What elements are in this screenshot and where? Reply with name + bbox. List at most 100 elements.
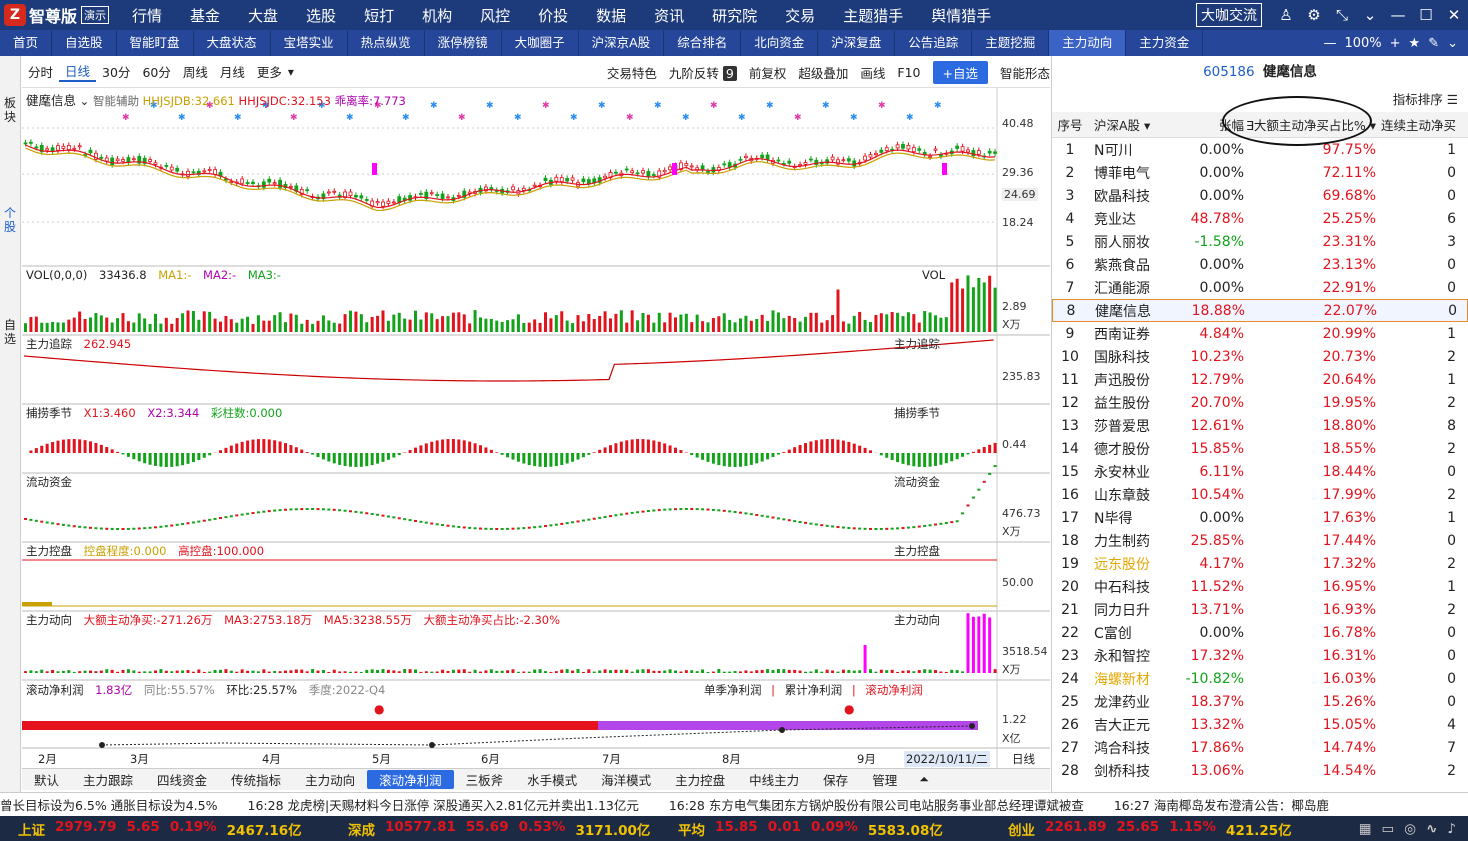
stock-row[interactable]: 16 山东章鼓 10.54% 17.99% 2 [1052, 483, 1468, 506]
target-icon[interactable]: ◎ [1404, 821, 1416, 837]
news-item[interactable]: 16:27 海南椰岛发布澄清公告：椰岛鹿 [1114, 795, 1329, 814]
stock-row[interactable]: 7 汇通能源 0.00% 22.91% 0 [1052, 276, 1468, 299]
indicator-tab[interactable]: 水手模式 [515, 770, 589, 789]
stock-row[interactable]: 13 莎普爱思 12.61% 18.80% 8 [1052, 414, 1468, 437]
left-tab-watchlist[interactable]: 自选 [0, 318, 20, 346]
tab-item[interactable]: 涨停榜镜 [425, 30, 502, 56]
minimize-icon[interactable]: — [1384, 6, 1412, 24]
sort-button[interactable]: 指标排序 [1393, 92, 1443, 107]
tab-item[interactable]: 大咖圈子 [502, 30, 579, 56]
stock-row[interactable]: 8 健麾信息 18.88% 22.07% 0 [1052, 299, 1468, 322]
stock-row[interactable]: 23 永和智控 17.32% 16.31% 0 [1052, 644, 1468, 667]
collapse-icon[interactable]: ⏶ [919, 772, 929, 787]
chevron-down-icon[interactable]: ⌄ [1447, 36, 1458, 51]
menu-item[interactable]: 行情 [118, 5, 176, 26]
tab-item[interactable]: 大盘状态 [194, 30, 271, 56]
edit-icon[interactable]: ✎ [1428, 36, 1439, 51]
news-item[interactable]: 16:28 东方电气集团东方锅炉股份有限公司电站服务事业部总经理谭斌被查 [669, 795, 1084, 814]
menu-item[interactable]: 舆情猎手 [917, 5, 1005, 26]
indicator-tab[interactable]: 主力控盘 [663, 770, 737, 789]
indicator-tab[interactable]: 中线主力 [737, 770, 811, 789]
indicator-tab[interactable]: 默认 [22, 770, 71, 789]
left-tab-stock[interactable]: 个股 [0, 206, 20, 234]
indicator-tab[interactable]: 主力跟踪 [71, 770, 145, 789]
chart-icon[interactable]: ∿ [1426, 821, 1437, 837]
stock-row[interactable]: 17 N毕得 0.00% 17.63% 1 [1052, 506, 1468, 529]
stock-row[interactable]: 3 欧晶科技 0.00% 69.68% 0 [1052, 184, 1468, 207]
stock-row[interactable]: 14 德才股份 15.85% 18.55% 2 [1052, 437, 1468, 460]
stock-row[interactable]: 5 丽人丽妆 -1.58% 23.31% 3 [1052, 230, 1468, 253]
indicator-tab[interactable]: 管理 [860, 770, 909, 789]
stock-row[interactable]: 18 力生制药 25.85% 17.44% 0 [1052, 529, 1468, 552]
indicator-tab[interactable]: 保存 [811, 770, 860, 789]
close-icon[interactable]: ✕ [1440, 6, 1468, 24]
indicator-tab[interactable]: 滚动净利润 [367, 770, 454, 789]
add-watchlist-button[interactable]: +自选 [932, 60, 988, 84]
indicator-tab[interactable]: 四线资金 [145, 770, 219, 789]
chevron-down-icon[interactable]: ⌄ [1356, 6, 1384, 24]
shrink-icon[interactable]: ⤡ [1328, 6, 1356, 24]
tab-item[interactable]: 沪深复盘 [818, 30, 896, 56]
menu-item[interactable]: 风控 [466, 5, 524, 26]
star-icon[interactable]: ★ [1409, 36, 1421, 51]
indicator-tab[interactable]: 三板斧 [454, 770, 516, 789]
tab-item[interactable]: 沪深京A股 [579, 30, 665, 56]
monitor-icon[interactable]: ▭ [1382, 821, 1395, 837]
index-item[interactable]: 创业 2261.89 25.65 1.15% 421.25亿 [990, 819, 1292, 839]
tool-adjust[interactable]: 前复权 [749, 63, 787, 82]
index-item[interactable]: 深成 10577.81 55.69 0.53% 3171.00亿 [330, 819, 660, 839]
stock-row[interactable]: 19 远东股份 4.17% 17.32% 2 [1052, 552, 1468, 575]
bell-icon[interactable]: ♪ [1447, 821, 1456, 837]
menu-item[interactable]: 数据 [582, 5, 640, 26]
kafe-button[interactable]: 大咖交流 [1196, 3, 1262, 27]
tab-item[interactable]: 主力动向 [1049, 30, 1127, 56]
tool-overlay[interactable]: 超级叠加 [798, 63, 848, 82]
stock-row[interactable]: 15 永安林业 6.11% 18.44% 0 [1052, 460, 1468, 483]
stock-row[interactable]: 11 声迅股份 12.79% 20.64% 1 [1052, 368, 1468, 391]
col-market[interactable]: 沪深A股 ▾ [1088, 115, 1166, 134]
indicator-tab[interactable]: 主力动向 [293, 770, 367, 789]
stock-row[interactable]: 4 竞业达 48.78% 25.25% 6 [1052, 207, 1468, 230]
tab-item[interactable]: 宝塔实业 [271, 30, 348, 56]
menu-item[interactable]: 机构 [408, 5, 466, 26]
tool-draw[interactable]: 画线 [860, 63, 885, 82]
period-minute[interactable]: 分时 [22, 62, 59, 81]
chart-canvas[interactable]: ✱✱✱✱✱✱✱✱✱✱✱✱✱✱✱✱✱✱✱✱✱✱✱✱✱✱✱✱✱✱● ● [22, 88, 1050, 768]
period-week[interactable]: 周线 [177, 62, 214, 81]
sort-icon[interactable]: ☰ [1447, 92, 1458, 107]
menu-item[interactable]: 研究院 [698, 5, 771, 26]
indicator-tab[interactable]: 海洋模式 [589, 770, 663, 789]
left-tab-sector[interactable]: 板块 [0, 96, 20, 124]
tool-smart-pattern[interactable]: 智能形态 [1000, 63, 1050, 82]
tab-item[interactable]: 智能盯盘 [117, 30, 194, 56]
menu-item[interactable]: 大盘 [234, 5, 292, 26]
tab-item[interactable]: 热点纵览 [348, 30, 425, 56]
tool-trade-feature[interactable]: 交易特色 [607, 63, 657, 82]
col-index[interactable]: 序号 [1052, 115, 1088, 134]
app-logo[interactable]: Z 智尊版 演示 [0, 3, 118, 27]
stock-row[interactable]: 6 紫燕食品 0.00% 23.13% 0 [1052, 253, 1468, 276]
tab-item[interactable]: 综合排名 [664, 30, 742, 56]
tab-item[interactable]: 主力资金 [1126, 30, 1204, 56]
stock-row[interactable]: 24 海螺新材 -10.82% 16.03% 0 [1052, 667, 1468, 690]
news-item[interactable]: 曾长目标设为6.5% 通胀目标设为4.5% [0, 795, 218, 814]
chart-area[interactable]: ✱ ✱ ✱ ✱ ✱ ✱ ✱ ✱ ✱ ✱ ✱ ✱ ✱ ✱ ✱ ✱ ✱ ✱ ✱ ✱ ✱ ✱ ✱ ✱ ✱ ✱ ✱ ✱ ✱ ✱ ● ● 健麾信息 ⌄ … [22, 88, 1050, 768]
index-item[interactable]: 平均 15.85 0.01 0.09% 5583.08亿 [660, 819, 990, 839]
menu-item[interactable]: 基金 [176, 5, 234, 26]
period-60min[interactable]: 60分 [136, 62, 176, 81]
stock-row[interactable]: 9 西南证券 4.84% 20.99% 1 [1052, 322, 1468, 345]
period-month[interactable]: 月线 [214, 62, 251, 81]
indicator-tab[interactable]: 传统指标 [219, 770, 293, 789]
menu-item[interactable]: 主题猎手 [829, 5, 917, 26]
tab-item[interactable]: 自选股 [52, 30, 117, 56]
rolling-button[interactable]: 滚动净利润 [865, 683, 923, 697]
single-quarter-button[interactable]: 单季净利润 [704, 683, 762, 697]
cumulative-button[interactable]: 累计净利润 [785, 683, 843, 697]
stock-row[interactable]: 21 同力日升 13.71% 16.93% 2 [1052, 598, 1468, 621]
period-more[interactable]: 更多 [251, 62, 288, 81]
stock-row[interactable]: 12 益生股份 20.70% 19.95% 2 [1052, 391, 1468, 414]
zoom-out-icon[interactable]: — [1323, 36, 1336, 51]
user-icon[interactable]: ♙ [1272, 6, 1300, 24]
stock-row[interactable]: 20 中石科技 11.52% 16.95% 1 [1052, 575, 1468, 598]
tab-item[interactable]: 北向资金 [741, 30, 819, 56]
